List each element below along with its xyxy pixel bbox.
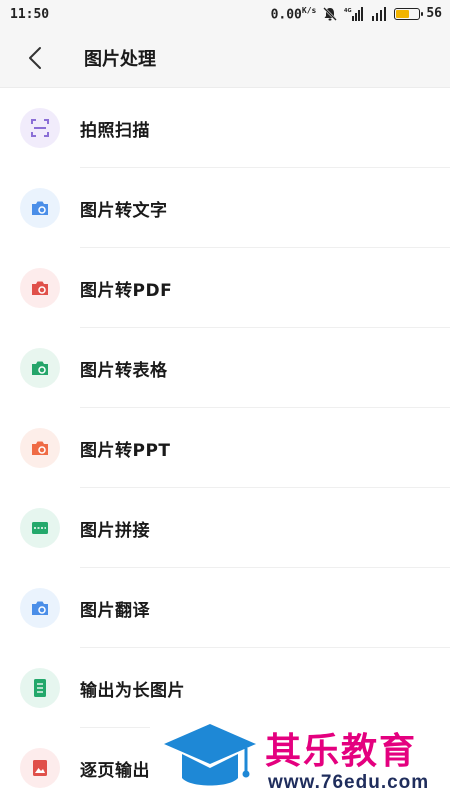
menu-item-label: 逐页输出 (80, 760, 150, 781)
page-title: 图片处理 (84, 48, 156, 70)
menu-list: 拍照扫描 图片转文字 图片转PDF 图片转表格 图片转PPT 图片拼接 图片翻译… (0, 88, 450, 800)
menu-item-label: 图片转PDF (80, 280, 173, 301)
menu-item-image-to-ppt[interactable]: 图片转PPT (0, 408, 450, 488)
menu-item-label: 图片翻译 (80, 600, 150, 621)
menu-item-image-to-pdf[interactable]: 图片转PDF (0, 248, 450, 328)
chevron-left-icon (29, 46, 41, 69)
menu-item-label: 图片转表格 (80, 360, 168, 381)
menu-item-scan[interactable]: 拍照扫描 (0, 88, 450, 168)
battery-level: 56 (426, 6, 442, 22)
camera-translate-icon (20, 588, 60, 628)
menu-item-image-to-table[interactable]: 图片转表格 (0, 328, 450, 408)
battery-icon (394, 7, 424, 20)
app-header: 图片处理 (0, 28, 450, 88)
graduation-cap-logo (164, 724, 256, 786)
status-icons: 0.00K/s 4G 56 (271, 6, 442, 22)
camera-text-icon (20, 188, 60, 228)
screen: 11:50 0.00K/s 4G 56 图片处理 拍照扫描 图片转文字 图片转P… (0, 0, 450, 800)
mute-bell-icon (322, 6, 338, 22)
menu-item-long-image[interactable]: 输出为长图片 (0, 648, 450, 728)
watermark-url: www.76edu.com (268, 772, 430, 793)
menu-item-image-to-text[interactable]: 图片转文字 (0, 168, 450, 248)
scan-icon (20, 108, 60, 148)
battery-fill (396, 9, 409, 18)
status-time: 11:50 (10, 6, 50, 22)
network-speed: 0.00K/s (270, 5, 317, 23)
menu-item-image-translate[interactable]: 图片翻译 (0, 568, 450, 648)
watermark: 其乐教育 www.76edu.com (150, 718, 450, 800)
signal-4g-icon: 4G (344, 6, 364, 21)
menu-item-label: 拍照扫描 (80, 120, 150, 141)
menu-item-label: 输出为长图片 (80, 680, 185, 701)
signal-icon (370, 6, 388, 21)
menu-item-image-stitch[interactable]: 图片拼接 (0, 488, 450, 568)
menu-item-label: 图片转PPT (80, 440, 171, 461)
status-bar: 11:50 0.00K/s 4G 56 (0, 0, 450, 28)
camera-pdf-icon (20, 268, 60, 308)
long-image-icon (20, 668, 60, 708)
svg-text:4G: 4G (344, 8, 352, 14)
watermark-title: 其乐教育 (265, 731, 418, 772)
image-stitch-icon (20, 508, 60, 548)
page-image-icon (20, 748, 60, 788)
back-button[interactable] (0, 28, 70, 88)
menu-item-label: 图片拼接 (80, 520, 150, 541)
camera-table-icon (20, 348, 60, 388)
menu-item-label: 图片转文字 (80, 200, 168, 221)
camera-ppt-icon (20, 428, 60, 468)
